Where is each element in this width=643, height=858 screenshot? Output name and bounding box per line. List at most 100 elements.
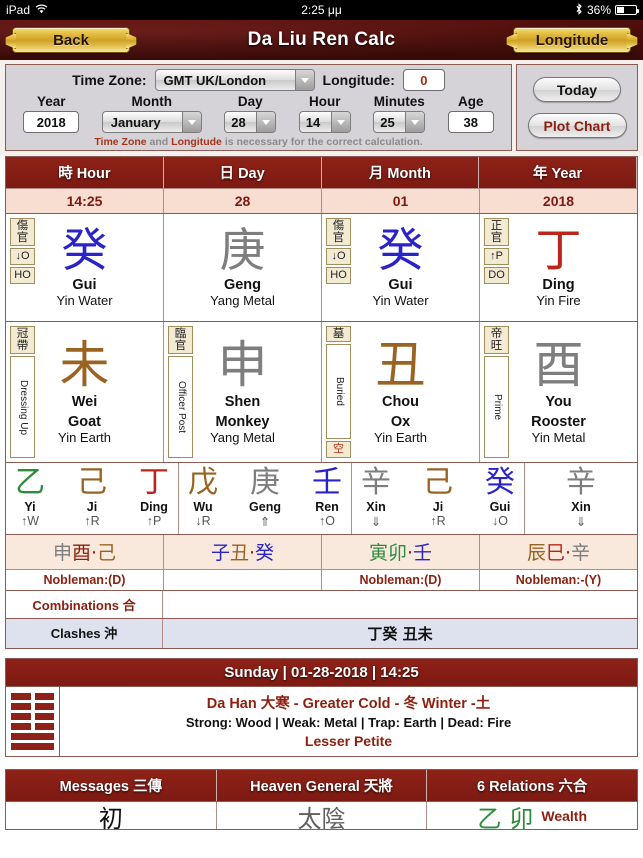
stem-glyph: 癸 xyxy=(61,223,108,277)
six-relations-cell: 乙 卯 Wealth xyxy=(427,802,637,829)
hidden-stem: 丁 Ding ↑P xyxy=(130,467,178,528)
stem-badge-cn: 正官 xyxy=(484,218,509,247)
hidden-stem-glyph: 己 xyxy=(423,465,453,500)
stem-badge: 傷官 ↓O HO xyxy=(10,218,35,317)
branch-badge: 臨官 Officer Post xyxy=(168,326,193,458)
hidden-stem-mark: ⇓ xyxy=(370,514,382,529)
banner-date: Sunday | 01-28-2018 | 14:25 xyxy=(6,658,637,686)
input-form: Time Zone: GMT UK/London Longitude: 0 Ye… xyxy=(0,60,643,156)
month-value: January xyxy=(110,114,161,130)
hidden-stem-glyph: 辛 xyxy=(361,465,391,500)
stem-badge-mark: ↓O xyxy=(326,248,351,266)
stem-badge-mark: ↑P xyxy=(484,248,509,266)
chevron-down-icon[interactable] xyxy=(330,112,350,132)
longitude-button[interactable]: Longitude xyxy=(513,27,631,53)
branch-animal: Rooster xyxy=(531,413,586,430)
branch-name: Shen xyxy=(224,393,261,410)
combinations-label: Combinations 合 xyxy=(6,590,163,618)
status-bar: iPad 2:25 μμ 36% xyxy=(0,0,643,20)
status-bar-right: 36% xyxy=(575,2,639,18)
stem-badge-mark: ↓O xyxy=(10,248,35,266)
pillar-value: 2018 xyxy=(480,189,637,213)
day-select[interactable]: 28 xyxy=(224,111,277,133)
branch-element: Yin Metal xyxy=(531,429,586,445)
hidden-stem-glyph: 丁 xyxy=(139,465,169,500)
stem-badge: 傷官 ↓O HO xyxy=(326,218,351,317)
hidden-stem: 戊 Wu ↓R xyxy=(179,467,227,529)
elements-label: Strong: Wood | Weak: Metal | Trap: Earth… xyxy=(185,714,512,730)
branch-glyph: 酉 xyxy=(533,335,584,394)
timezone-select[interactable]: GMT UK/London xyxy=(154,69,315,91)
branch-name: Chou xyxy=(381,393,420,410)
hexagram-line-broken xyxy=(11,712,54,720)
nobleman-glyph: 酉 xyxy=(71,541,91,564)
hidden-stems-cell: 辛 Xin ⇓ 己 Ji ↑R 癸 Gui ↓O xyxy=(352,463,525,534)
hour-label: Hour xyxy=(309,94,341,109)
nobleman-cell: 寅卯·壬 xyxy=(322,534,480,569)
pillar-header: 時 Hour xyxy=(6,157,164,188)
hidden-stem-name: Yi xyxy=(24,499,36,514)
messages-glyph: 初 xyxy=(98,804,123,829)
branch-name: You xyxy=(545,393,572,410)
hidden-stem-name: Ji xyxy=(86,499,98,514)
minutes-column: Minutes 25 xyxy=(373,94,426,133)
month-column: Month January xyxy=(101,94,202,133)
combinations-row: Combinations 合 xyxy=(6,589,637,618)
nobleman-label xyxy=(164,569,322,590)
branch-badge: 帝旺 Prime xyxy=(484,326,509,458)
hidden-stem-name: Ji xyxy=(432,499,444,514)
nobleman-glyphs-row: 申酉·己 子丑·癸 寅卯·壬 辰巳·辛 xyxy=(6,533,637,569)
pillar-value: 14:25 xyxy=(6,189,164,213)
day-column: Day 28 xyxy=(224,94,277,133)
stem-glyph: 癸 xyxy=(377,223,424,277)
age-label: Age xyxy=(457,94,484,109)
back-button[interactable]: Back xyxy=(12,27,130,53)
heaven-general-cell: 太陰 xyxy=(217,801,428,829)
hidden-stems-cell: 戊 Wu ↓R 庚 Geng ⇑ 壬 Ren ↑O xyxy=(179,463,352,534)
action-panel: Today Plot Chart xyxy=(516,64,638,151)
branch-badge-phase: Officer Post xyxy=(168,356,193,458)
branch-cell: 帝旺 Prime 酉 You Rooster Yin Metal xyxy=(480,322,637,462)
pillar-header: 日 Day xyxy=(163,157,322,188)
bottom-header: Messages 三傳 xyxy=(6,769,217,801)
nobleman-label: Nobleman:(D) xyxy=(322,569,480,590)
branch-badge-phase: Dressing Up xyxy=(10,356,35,458)
plot-chart-button[interactable]: Plot Chart xyxy=(527,113,627,138)
bottom-table: Messages 三傳 Heaven General 天將 6 Relations … xyxy=(5,768,638,830)
branch-badge-cn: 臨官 xyxy=(168,326,193,355)
branch-badge: 墓 Buried 空 xyxy=(326,326,351,458)
branch-element: Yin Earth xyxy=(58,429,111,445)
chevron-down-icon[interactable] xyxy=(256,112,276,132)
hidden-stem: 乙 Yi ↑W xyxy=(6,467,54,528)
stem-glyph: 庚 xyxy=(219,223,266,277)
day-value: 28 xyxy=(231,114,246,130)
month-select[interactable]: January xyxy=(101,111,202,133)
today-button[interactable]: Today xyxy=(533,77,621,102)
chevron-down-icon[interactable] xyxy=(294,70,314,90)
note-and: and xyxy=(146,136,172,148)
minutes-value: 25 xyxy=(380,114,395,130)
hour-select[interactable]: 14 xyxy=(298,111,351,133)
stem-name: Gui xyxy=(72,277,97,293)
age-input[interactable]: 38 xyxy=(447,111,494,133)
year-input[interactable]: 2018 xyxy=(23,111,80,133)
year-column: Year 2018 xyxy=(23,94,80,133)
stem-name: Ding xyxy=(542,277,575,293)
bottom-headers: Messages 三傳 Heaven General 天將 6 Relations … xyxy=(6,769,638,801)
minutes-select[interactable]: 25 xyxy=(373,111,426,133)
stem-name: Geng xyxy=(223,277,262,293)
chevron-down-icon[interactable] xyxy=(405,112,425,132)
hidden-stem-name: Wu xyxy=(193,499,213,514)
hidden-stem-name: Ren xyxy=(315,499,339,514)
stem-element: Yin Water xyxy=(372,293,429,308)
chevron-down-icon[interactable] xyxy=(181,112,201,132)
longitude-input[interactable]: 0 xyxy=(402,69,445,91)
relation-branch-glyph: 卯 xyxy=(509,804,534,829)
nobleman-glyph: 丑 xyxy=(229,541,249,564)
longitude-label: Longitude: xyxy=(322,72,395,88)
nobleman-glyph: 辰 xyxy=(526,541,546,564)
battery-icon xyxy=(615,5,639,15)
earthly-branches-row: 冠帶 Dressing Up 未 Wei Goat Yin Earth 臨官 Officer … xyxy=(6,321,637,462)
stem-element: Yin Fire xyxy=(536,293,581,308)
stem-badge: 正官 ↑P DO xyxy=(484,218,509,317)
